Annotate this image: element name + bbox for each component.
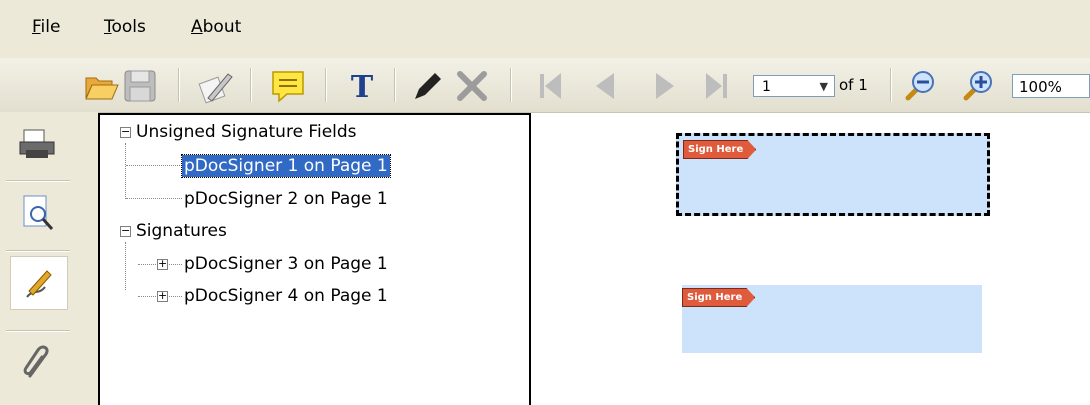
menu-about[interactable]: About [191,17,241,37]
toolbar-separator [325,68,327,102]
text-icon[interactable]: T [342,66,382,106]
side-separator [6,180,70,182]
expand-toggle[interactable]: + [157,258,168,270]
menu-tools[interactable]: Tools [104,17,146,37]
printer-icon[interactable] [10,118,66,170]
sign-here-tag: Sign Here [683,140,757,159]
page-number-select[interactable]: 1 ▼ [753,75,835,97]
toolbar-separator [394,68,396,102]
comment-icon[interactable] [268,66,308,106]
tree-item-signature-4[interactable]: pDocSigner 4 on Page 1 [184,285,388,307]
collapse-toggle[interactable]: − [120,225,131,237]
signature-icon[interactable] [10,256,68,310]
tree-item-unsigned-2[interactable]: pDocSigner 2 on Page 1 [184,188,388,210]
side-panel-strip [0,112,77,405]
paperclip-icon[interactable] [10,336,66,388]
tree-line [126,198,182,199]
toolbar-separator [178,68,180,102]
tree-line [125,242,126,290]
menu-bar: File Tools About [0,0,1090,58]
toolbar: T 1 ▼ of 1 100% [0,58,1090,113]
zoom-in-icon[interactable] [958,66,998,106]
search-icon[interactable] [10,188,66,240]
zoom-out-icon[interactable] [900,66,940,106]
document-view: Sign Here Sign Here [531,113,1090,405]
open-folder-icon[interactable] [82,66,122,106]
tree-line [125,143,126,199]
sign-pen-icon[interactable] [196,66,236,106]
page-count-label: of 1 [839,76,868,94]
next-page-icon[interactable] [645,66,685,106]
tree-item-unsigned-1[interactable]: pDocSigner 1 on Page 1 [181,154,391,178]
side-separator [6,330,70,332]
first-page-icon[interactable] [530,66,570,106]
signature-field-2[interactable]: Sign Here [682,285,982,353]
menu-file[interactable]: File [32,17,60,37]
prev-page-icon[interactable] [585,66,625,106]
zoom-level-field[interactable]: 100% [1012,74,1090,98]
last-page-icon[interactable] [697,66,737,106]
delete-icon[interactable] [452,66,492,106]
tree-group-unsigned[interactable]: Unsigned Signature Fields [136,121,357,143]
toolbar-separator [510,68,512,102]
sign-here-tag: Sign Here [682,288,756,307]
signature-tree-panel: − Unsigned Signature Fields pDocSigner 1… [98,113,531,405]
toolbar-separator [250,68,252,102]
tree-item-signature-3[interactable]: pDocSigner 3 on Page 1 [184,253,388,275]
chevron-down-icon[interactable]: ▼ [820,76,828,98]
collapse-toggle[interactable]: − [120,126,131,138]
svg-text:T: T [351,70,374,102]
tree-line [126,165,182,166]
signature-field-1[interactable]: Sign Here [676,133,990,216]
tree-group-signatures[interactable]: Signatures [136,220,227,242]
panel-gap [76,112,98,405]
save-icon[interactable] [120,66,160,106]
toolbar-separator [890,68,892,102]
side-separator [6,250,70,252]
pencil-icon[interactable] [408,66,448,106]
expand-toggle[interactable]: + [157,290,168,302]
